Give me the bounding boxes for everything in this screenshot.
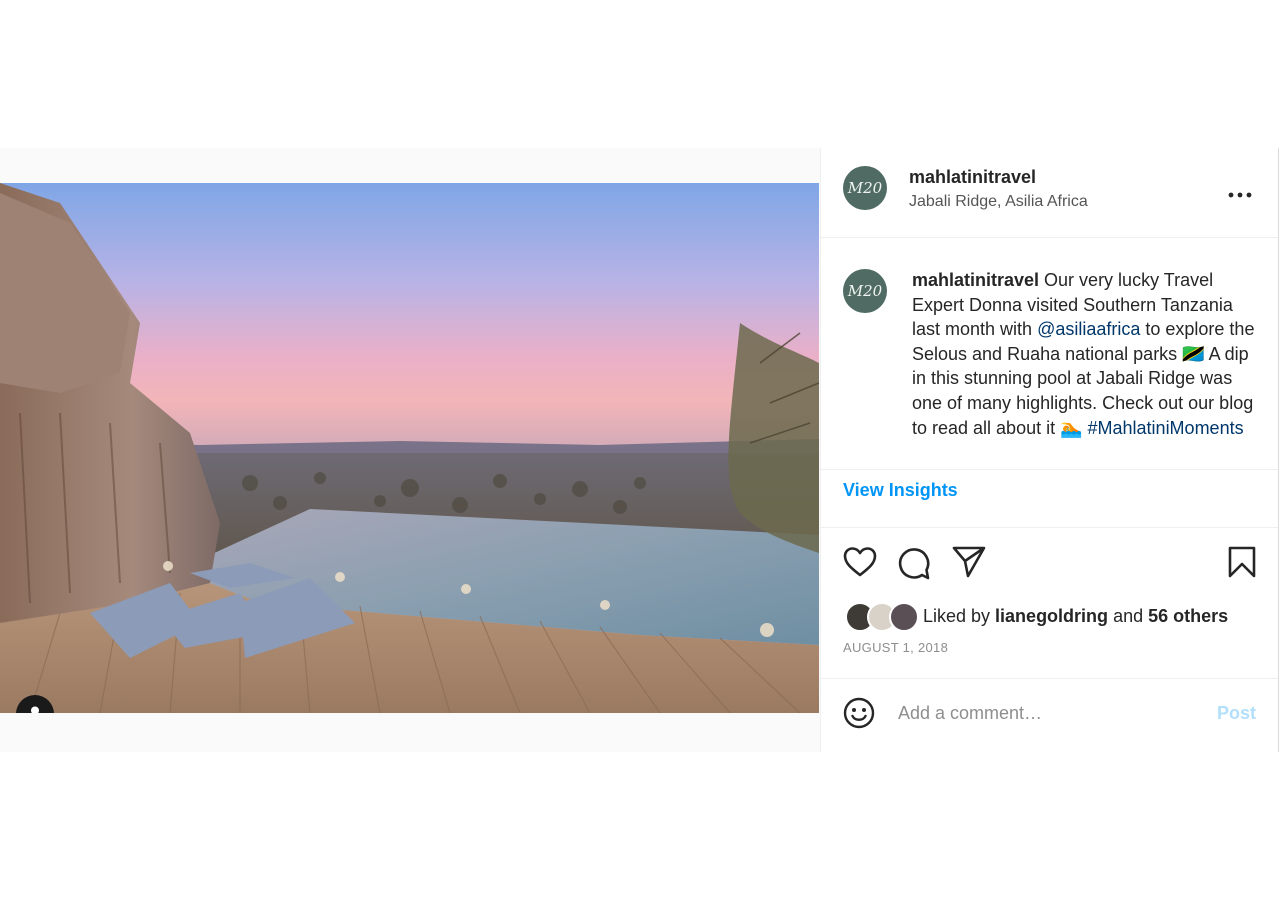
insights-row: View Insights	[821, 470, 1278, 528]
comment-box: Add a comment… Post	[821, 679, 1278, 752]
likes-row: Liked by lianegoldring and 56 others	[821, 600, 1278, 640]
instagram-post: M20 mahlatinitravel Jabali Ridge, Asilia…	[0, 148, 1279, 752]
post-date-row: AUGUST 1, 2018	[821, 640, 1278, 679]
post-comment-button[interactable]: Post	[1217, 703, 1256, 724]
others-link[interactable]: 56 others	[1148, 606, 1228, 626]
location-link[interactable]: Jabali Ridge, Asilia Africa	[909, 193, 1088, 211]
view-insights-link[interactable]: View Insights	[843, 480, 958, 501]
user-icon	[31, 706, 39, 713]
caption-avatar[interactable]: M20	[843, 269, 887, 313]
caption-username[interactable]: mahlatinitravel	[912, 270, 1039, 290]
caption-section: M20 mahlatinitravel Our very lucky Trave…	[821, 238, 1278, 470]
emoji-icon[interactable]	[843, 697, 875, 729]
post-header: M20 mahlatinitravel Jabali Ridge, Asilia…	[821, 148, 1278, 238]
likes-middle: and	[1108, 606, 1149, 626]
likes-prefix: Liked by	[923, 606, 996, 626]
infinity-pool-photo	[0, 183, 819, 713]
post-media	[0, 148, 820, 752]
heart-icon[interactable]	[843, 546, 877, 578]
share-icon[interactable]	[952, 546, 986, 578]
post-sidebar: M20 mahlatinitravel Jabali Ridge, Asilia…	[820, 148, 1279, 752]
post-date[interactable]: AUGUST 1, 2018	[843, 640, 948, 655]
post-photo[interactable]	[0, 183, 819, 713]
header-username[interactable]: mahlatinitravel	[909, 167, 1036, 188]
comment-icon[interactable]	[897, 546, 931, 580]
liker-avatar[interactable]	[889, 602, 919, 632]
hashtag-link[interactable]: #MahlatiniMoments	[1088, 418, 1244, 438]
more-horizontal-icon[interactable]	[1228, 178, 1252, 204]
liker-avatars	[845, 602, 919, 632]
liker-username[interactable]: lianegoldring	[995, 606, 1108, 626]
avatar[interactable]: M20	[843, 166, 887, 210]
caption-text: mahlatinitravel Our very lucky Travel Ex…	[912, 268, 1264, 440]
bookmark-icon[interactable]	[1228, 546, 1256, 578]
likes-text: Liked by lianegoldring and 56 others	[923, 606, 1228, 627]
comment-input[interactable]: Add a comment…	[898, 703, 1042, 724]
action-bar	[821, 528, 1278, 600]
mention-link[interactable]: @asiliaafrica	[1037, 319, 1140, 339]
